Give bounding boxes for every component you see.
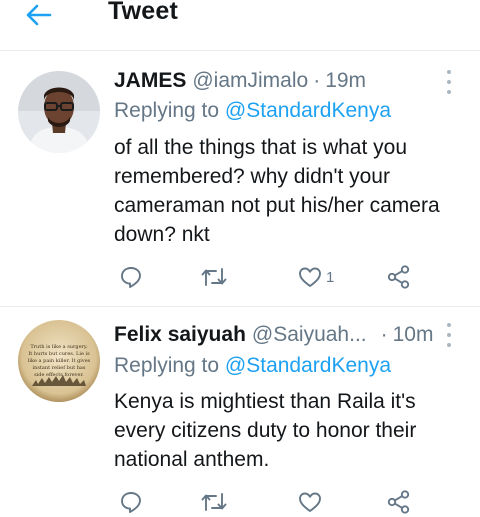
tweet-author-row: JAMES @iamJimalo · 19m — [114, 69, 366, 93]
author-handle[interactable]: @iamJimalo — [192, 69, 308, 93]
replying-to-line: Replying to @StandardKenya — [114, 99, 391, 123]
like-icon — [299, 267, 321, 287]
like-button[interactable] — [298, 487, 326, 517]
share-icon — [387, 490, 410, 514]
avatar[interactable]: Truth is like a surgery. It hurts but cu… — [18, 320, 100, 402]
more-options-button[interactable] — [444, 70, 454, 94]
author-handle[interactable]: @Saiyuah... — [252, 323, 367, 347]
replying-to-handle[interactable]: @StandardKenya — [225, 354, 391, 377]
retweet-button[interactable] — [201, 262, 227, 292]
more-icon — [447, 70, 451, 74]
page-title: Tweet — [108, 0, 178, 25]
avatar[interactable] — [18, 71, 100, 153]
more-icon-dot — [447, 80, 451, 84]
like-count: 1 — [326, 268, 335, 286]
replying-to-label: Replying to — [114, 99, 220, 122]
back-button[interactable] — [24, 0, 64, 30]
author-name[interactable]: JAMES — [114, 69, 186, 93]
avatar-quote-line: like a pain killer. It gives — [28, 358, 91, 364]
share-icon — [387, 265, 410, 289]
tweet-actions: 1 — [0, 262, 480, 292]
avatar-quote-line: It hurts but cures. Lie is — [28, 351, 90, 357]
tweet-time: 10m — [392, 323, 434, 346]
separator-dot: · — [313, 69, 321, 92]
tweet[interactable]: JAMES @iamJimalo · 19m Replying to @Stan… — [0, 51, 480, 306]
share-button[interactable] — [386, 262, 412, 292]
reply-button[interactable] — [119, 262, 143, 292]
avatar-photo — [18, 71, 100, 153]
retweet-button[interactable] — [201, 487, 227, 517]
more-icon-dot — [447, 90, 451, 94]
author-name[interactable]: Felix saiyuah — [114, 323, 246, 347]
top-app-bar: Tweet — [0, 0, 480, 50]
reply-button[interactable] — [119, 487, 143, 517]
share-button[interactable] — [386, 487, 412, 517]
avatar-quote-line: Truth is like a surgery. — [30, 344, 88, 350]
more-icon — [447, 323, 451, 327]
separator-dot: · — [380, 323, 388, 346]
retweet-icon — [201, 268, 227, 286]
tweet-actions — [0, 487, 480, 517]
more-icon-dot — [447, 333, 451, 337]
more-options-button[interactable] — [444, 323, 454, 347]
reply-icon — [121, 492, 141, 513]
like-icon — [299, 492, 321, 512]
replying-to-handle[interactable]: @StandardKenya — [225, 99, 391, 122]
tweet-author-row: Felix saiyuah @Saiyuah... · 10m — [114, 323, 433, 347]
back-arrow-icon — [26, 4, 52, 26]
tweet[interactable]: Truth is like a surgery. It hurts but cu… — [0, 307, 480, 517]
avatar-photo: Truth is like a surgery. It hurts but cu… — [18, 320, 100, 402]
retweet-icon — [201, 493, 227, 511]
like-button[interactable]: 1 — [298, 262, 334, 292]
tweet-text: Kenya is mightiest than Raila it's every… — [114, 390, 417, 471]
reply-icon — [121, 267, 141, 288]
avatar-quote-line: instant relief but has — [33, 365, 86, 371]
avatar-quote-line: side effects forever. — [34, 372, 84, 378]
more-icon-dot — [447, 343, 451, 347]
replying-to-label: Replying to — [114, 354, 220, 377]
replying-to-line: Replying to @StandardKenya — [114, 354, 391, 378]
tweet-time: 19m — [325, 69, 367, 92]
tweet-text: of all the things that is what you remem… — [114, 136, 440, 246]
